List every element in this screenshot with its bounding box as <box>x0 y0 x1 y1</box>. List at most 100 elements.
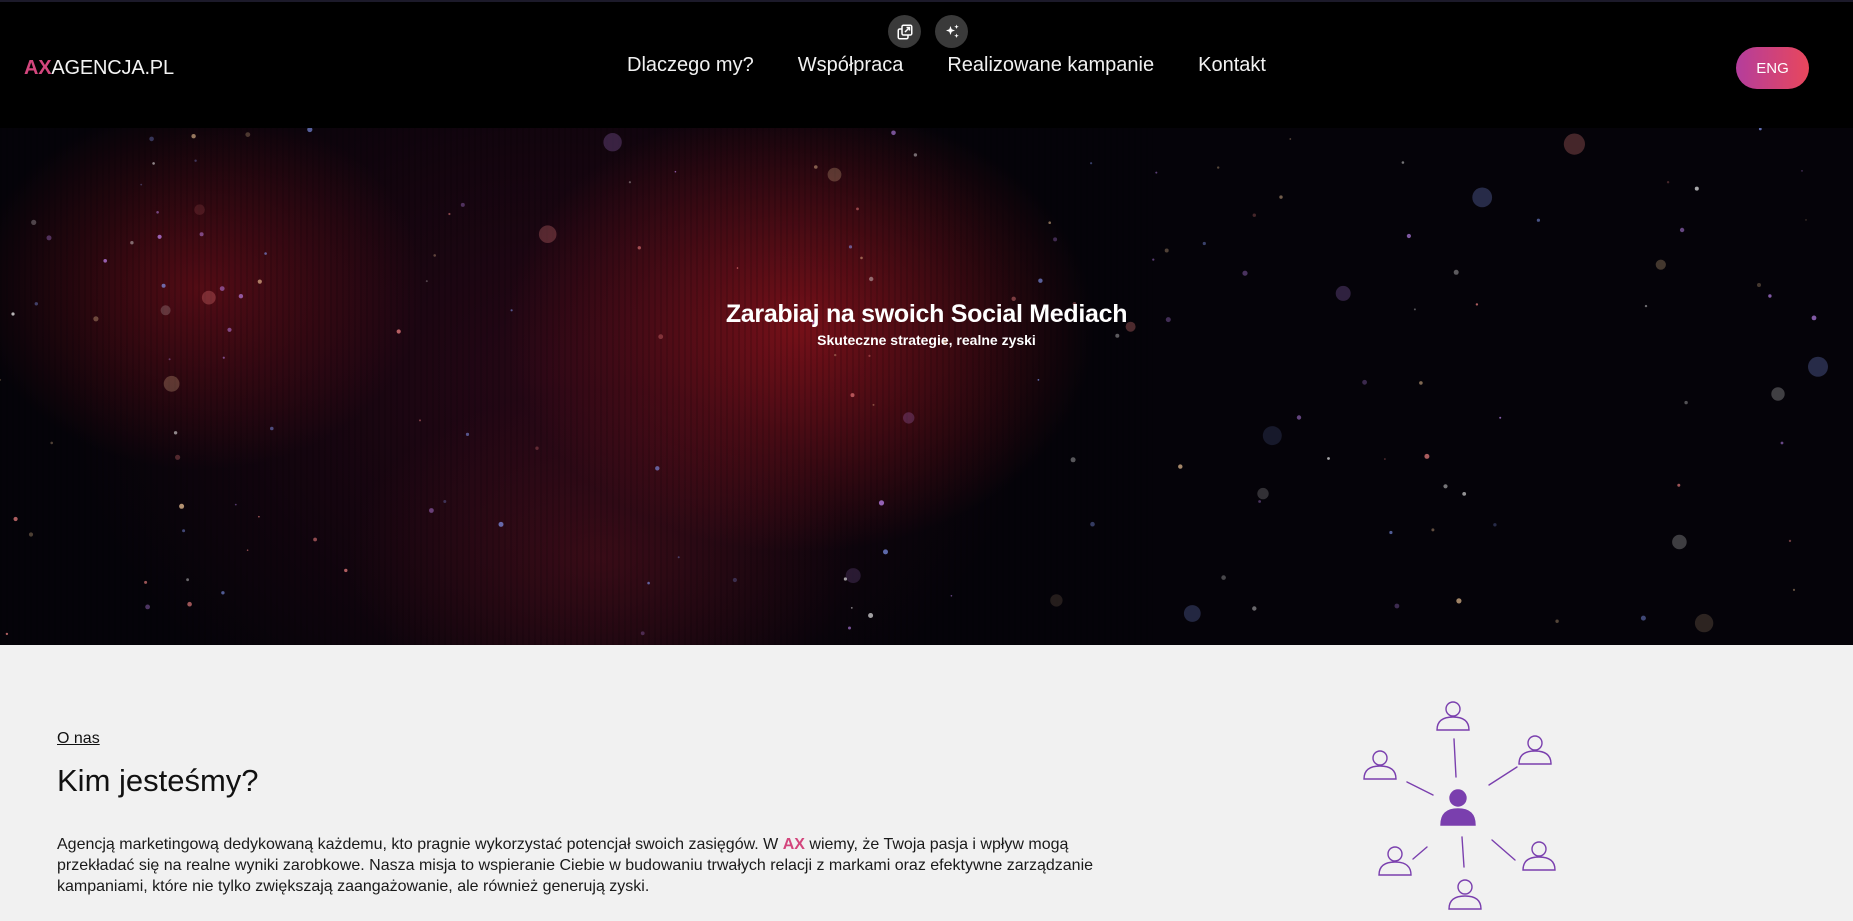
about-kicker-link[interactable]: O nas <box>57 730 100 748</box>
bokeh-particle <box>1431 528 1435 532</box>
bokeh-particle <box>869 276 874 282</box>
bokeh-particle <box>1296 415 1302 420</box>
bokeh-particle <box>903 412 915 424</box>
bokeh-particle <box>194 159 197 162</box>
external-window-button[interactable] <box>888 15 921 48</box>
hero-section: Zarabiaj na swoich Social Mediach Skutec… <box>0 128 1853 645</box>
bokeh-particle <box>913 153 918 157</box>
bokeh-particle <box>157 234 162 239</box>
bokeh-particle <box>1038 278 1043 283</box>
bokeh-particle <box>1563 133 1585 155</box>
bokeh-particle <box>1679 227 1685 233</box>
bokeh-particle <box>1262 426 1282 446</box>
bokeh-particle <box>245 132 251 137</box>
nav-item-dlaczego-my[interactable]: Dlaczego my? <box>627 54 754 77</box>
bokeh-particle <box>827 167 842 182</box>
bokeh-particle <box>187 601 192 607</box>
bokeh-particle <box>144 580 148 584</box>
person-bottom <box>1448 879 1482 910</box>
bokeh-particle <box>848 626 851 630</box>
bokeh-particle <box>1780 441 1784 445</box>
bokeh-particle <box>736 267 739 269</box>
hero-text: Zarabiaj na swoich Social Mediach Skutec… <box>0 300 1853 348</box>
bokeh-particle <box>1389 530 1393 535</box>
bokeh-particle <box>1672 534 1687 550</box>
about-description: Agencją marketingową dedykowaną każdemu,… <box>57 834 1117 897</box>
bokeh-particle <box>264 252 267 255</box>
bokeh-particle <box>5 632 9 636</box>
bokeh-particle <box>175 454 181 460</box>
bokeh-particle <box>1453 269 1459 275</box>
bokeh-particle <box>173 431 178 435</box>
bokeh-particle <box>1217 166 1220 169</box>
bokeh-particle <box>1805 219 1807 221</box>
bokeh-particle <box>883 549 888 555</box>
bokeh-particle <box>498 521 504 527</box>
bokeh-particle <box>429 508 434 513</box>
bokeh-particle <box>448 212 451 216</box>
bokeh-particle <box>1152 258 1155 261</box>
center-person <box>1440 789 1476 826</box>
bokeh-particle <box>344 568 348 573</box>
sparkles-button[interactable] <box>935 15 968 48</box>
about-section: O nas Kim jesteśmy? Agencją marketingową… <box>0 645 1853 921</box>
bokeh-particle <box>845 568 861 584</box>
floating-tool-buttons <box>888 15 968 48</box>
bokeh-particle <box>1279 195 1283 199</box>
bokeh-particle <box>1401 161 1405 164</box>
bokeh-particle <box>1655 259 1666 270</box>
bokeh-particle <box>246 549 249 551</box>
bokeh-particle <box>13 516 18 522</box>
bokeh-particle <box>50 441 53 445</box>
people-network-icon <box>1363 701 1556 910</box>
hero-subtitle: Skuteczne strategie, realne zyski <box>817 332 1036 348</box>
bokeh-particle <box>28 532 34 537</box>
logo-accent-text: AX <box>24 57 52 79</box>
bokeh-particle <box>1384 458 1386 460</box>
bokeh-particle <box>1640 615 1646 621</box>
bokeh-particle <box>1221 575 1226 580</box>
bokeh-particle <box>1768 294 1772 298</box>
bokeh-particle <box>732 577 738 583</box>
bokeh-particle <box>891 130 896 136</box>
bokeh-particle <box>1462 492 1467 496</box>
bokeh-particle <box>1771 387 1785 401</box>
bokeh-particle <box>1183 605 1201 622</box>
language-switch-button[interactable]: ENG <box>1736 47 1809 89</box>
nav-item-kontakt[interactable]: Kontakt <box>1198 54 1266 77</box>
bokeh-particle <box>46 235 52 241</box>
bokeh-particle <box>145 604 151 610</box>
nav-item-realizowane-kampanie[interactable]: Realizowane kampanie <box>947 54 1154 77</box>
bokeh-particle <box>130 241 134 245</box>
bokeh-particle <box>647 581 650 585</box>
bokeh-particle <box>1252 606 1257 611</box>
bokeh-particle <box>1252 213 1257 217</box>
bokeh-particle <box>234 503 237 506</box>
bokeh-particle <box>1801 170 1803 172</box>
bokeh-particle <box>270 426 274 431</box>
bokeh-particle <box>221 591 225 595</box>
bokeh-particle <box>878 500 885 506</box>
hero-particles <box>0 128 1828 636</box>
bokeh-particle <box>603 133 622 152</box>
bokeh-particle <box>1048 221 1051 224</box>
bokeh-particle <box>674 170 677 173</box>
nav-item-wspolpraca[interactable]: Współpraca <box>798 54 904 77</box>
bokeh-particle <box>156 211 159 214</box>
bokeh-particle <box>655 466 660 471</box>
bokeh-particle <box>152 162 155 165</box>
bokeh-particle <box>860 256 863 260</box>
bokeh-particle <box>419 419 421 422</box>
site-logo[interactable]: AXAGENCJA.PL <box>24 57 174 80</box>
bokeh-particle <box>199 232 204 237</box>
bokeh-particle <box>1536 218 1540 222</box>
bokeh-particle <box>848 245 853 249</box>
bokeh-particle <box>31 219 37 225</box>
bokeh-particle <box>191 134 196 139</box>
about-text-accent: AX <box>782 836 805 853</box>
bokeh-particle <box>1327 457 1330 460</box>
bokeh-particle <box>950 595 953 597</box>
bokeh-particle <box>149 136 154 142</box>
person-top <box>1436 701 1470 731</box>
bokeh-particle <box>814 165 818 169</box>
